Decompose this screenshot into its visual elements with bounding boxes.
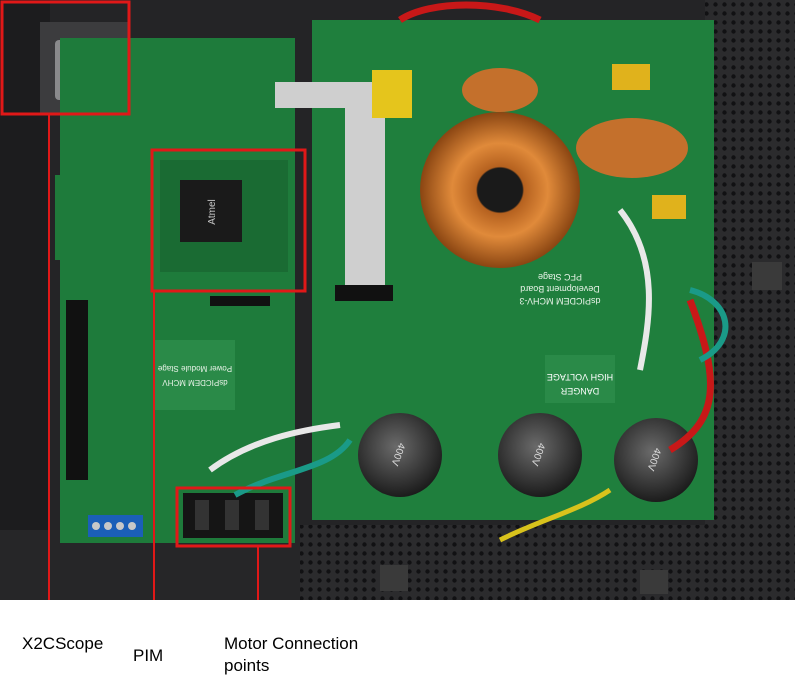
blue-terminal-block — [88, 515, 143, 537]
pim-chip-text: Atmel — [207, 199, 218, 225]
motor-connection-label: Motor Connection points — [224, 633, 384, 677]
ribbon-cable-vertical — [345, 108, 385, 294]
pm-sub-text: Power Module Stage — [157, 364, 232, 373]
terminal-block-left — [66, 300, 88, 480]
pim-label: PIM — [133, 646, 164, 665]
pfc-sub-text: Development Board — [520, 284, 600, 294]
board-photo: dsPICDEM MCHV Power Module Stage Atmel d… — [0, 0, 795, 600]
pm-silk-panel — [155, 340, 235, 410]
x2cscope-label: X2CScope — [22, 634, 104, 653]
common-mode-choke-2 — [576, 118, 688, 178]
bulk-capacitor-2: 400V — [498, 413, 582, 497]
high-voltage-text: HIGH VOLTAGE — [547, 372, 613, 382]
motor-connection-label-line1: Motor Connection — [224, 634, 359, 653]
bulk-capacitor-1: 400V — [358, 413, 442, 497]
pfc-stage-text: PFC Stage — [538, 272, 582, 282]
bracket-bottom-2 — [640, 570, 668, 594]
bracket-right — [752, 262, 782, 290]
toroid-inductor — [420, 112, 580, 268]
common-mode-choke-1 — [462, 68, 538, 112]
bracket-bottom — [380, 565, 408, 591]
pfc-title-text: dsPICDEM MCHV-3 — [519, 296, 600, 306]
pm-title-text: dsPICDEM MCHV — [162, 378, 228, 387]
pim-header-connector — [210, 296, 270, 306]
motor-pin-3 — [255, 500, 269, 530]
danger-text: DANGER — [560, 386, 599, 396]
transformer — [372, 70, 412, 118]
yellow-capacitor-2 — [652, 195, 686, 219]
ribbon-cable — [275, 82, 385, 108]
ribbon-connector — [335, 285, 393, 301]
enclosure-right-perforated-wall — [705, 0, 795, 600]
bulk-capacitor-3: 400V — [614, 418, 698, 502]
motor-connection-label-line2: points — [224, 656, 270, 675]
yellow-capacitor-1 — [612, 64, 650, 90]
motor-pin-1 — [195, 500, 209, 530]
motor-pin-2 — [225, 500, 239, 530]
